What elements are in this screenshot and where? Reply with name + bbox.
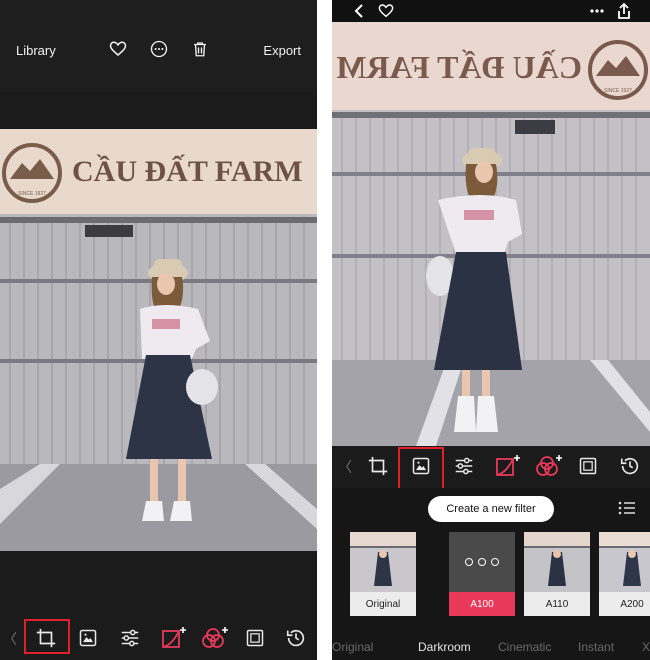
trash-icon[interactable] [191, 40, 209, 58]
color-mix-tool-button[interactable] [536, 452, 564, 480]
filter-label: A100 [449, 592, 515, 616]
heart-icon[interactable] [378, 3, 394, 19]
right-phone-screen: CẦU ĐẤT FARM SINCE 1927 〈 Create a new f… [332, 0, 650, 660]
dot-icon [491, 558, 499, 566]
edited-photo: CẦU ĐẤT FARM SINCE 1927 [332, 22, 650, 446]
crop-icon [368, 456, 388, 476]
tab-original[interactable]: Original [332, 640, 373, 654]
edited-photo: SINCE 1927 CẦU ĐẤT FARM [0, 129, 317, 551]
filter-tool-highlight [398, 447, 444, 490]
adjust-sliders-icon [455, 457, 473, 475]
filter-label: A200 [599, 592, 650, 616]
dot-icon [465, 558, 473, 566]
crop-tool-highlight [24, 619, 70, 654]
color-mix-tool-button[interactable] [202, 624, 230, 652]
filter-thumb-original[interactable]: Original [350, 532, 416, 616]
history-icon [620, 458, 639, 475]
filter-preview-image [350, 532, 416, 592]
filter-panel: Create a new filter Original A100 A110 A… [332, 488, 650, 660]
curves-icon [162, 627, 186, 648]
frame-icon [579, 457, 597, 475]
left-header: Library Export [0, 0, 317, 92]
color-mix-icon [202, 627, 228, 648]
more-icon[interactable] [150, 40, 168, 58]
more-icon[interactable] [588, 4, 606, 18]
crop-tool-button[interactable] [364, 452, 392, 480]
tab-x[interactable]: X [642, 640, 650, 654]
logo-text: SINCE 1927 [604, 88, 632, 94]
export-button[interactable]: Export [263, 43, 301, 58]
frame-tool-button[interactable] [574, 452, 602, 480]
dot-icon [478, 558, 486, 566]
color-mix-icon [536, 455, 562, 476]
curves-tool-button[interactable] [160, 624, 188, 652]
frame-icon [246, 629, 264, 647]
filter-thumb-a110[interactable]: A110 [524, 532, 590, 616]
curves-tool-button[interactable] [494, 452, 522, 480]
toolbar-back-button[interactable]: 〈 [338, 457, 352, 477]
sign-text: CẦU ĐẤT FARM [336, 49, 582, 85]
left-phone-screen: Library Export SINCE 1927 CẦU ĐẤT FARM 〈 [0, 0, 317, 660]
frame-tool-button[interactable] [241, 624, 269, 652]
right-toolbar: 〈 [332, 446, 650, 488]
tab-cinematic[interactable]: Cinematic [498, 640, 551, 654]
filter-preview-image [599, 532, 650, 592]
create-filter-button[interactable]: Create a new filter [428, 496, 554, 522]
curves-icon [496, 455, 520, 476]
filter-category-tabs: Original Darkroom Cinematic Instant X [332, 634, 650, 660]
image-filter-icon [79, 629, 97, 647]
adjust-sliders-icon [121, 629, 139, 647]
logo-text: SINCE 1927 [18, 191, 46, 197]
history-icon [286, 630, 305, 647]
share-icon[interactable] [616, 2, 632, 20]
list-icon[interactable] [618, 501, 636, 515]
toolbar-back-button[interactable]: 〈 [3, 629, 17, 649]
right-status-bar [332, 0, 650, 22]
adjust-tool-button[interactable] [116, 624, 144, 652]
filter-thumb-a100[interactable]: A100 [449, 532, 515, 616]
filter-label: Original [350, 592, 416, 616]
tab-instant[interactable]: Instant [578, 640, 614, 654]
filter-thumb-a200[interactable]: A200 [599, 532, 650, 616]
filter-tool-button[interactable] [74, 624, 102, 652]
history-tool-button[interactable] [616, 452, 644, 480]
heart-icon[interactable] [109, 40, 127, 58]
history-tool-button[interactable] [282, 624, 310, 652]
adjust-tool-button[interactable] [450, 452, 478, 480]
tab-darkroom[interactable]: Darkroom [418, 640, 471, 654]
filter-preview-image [524, 532, 590, 592]
filter-options-overlay [449, 532, 515, 592]
back-chevron-icon[interactable] [352, 3, 366, 19]
filter-label: A110 [524, 592, 590, 616]
library-button[interactable]: Library [16, 43, 56, 58]
sign-text: CẦU ĐẤT FARM [72, 154, 303, 188]
